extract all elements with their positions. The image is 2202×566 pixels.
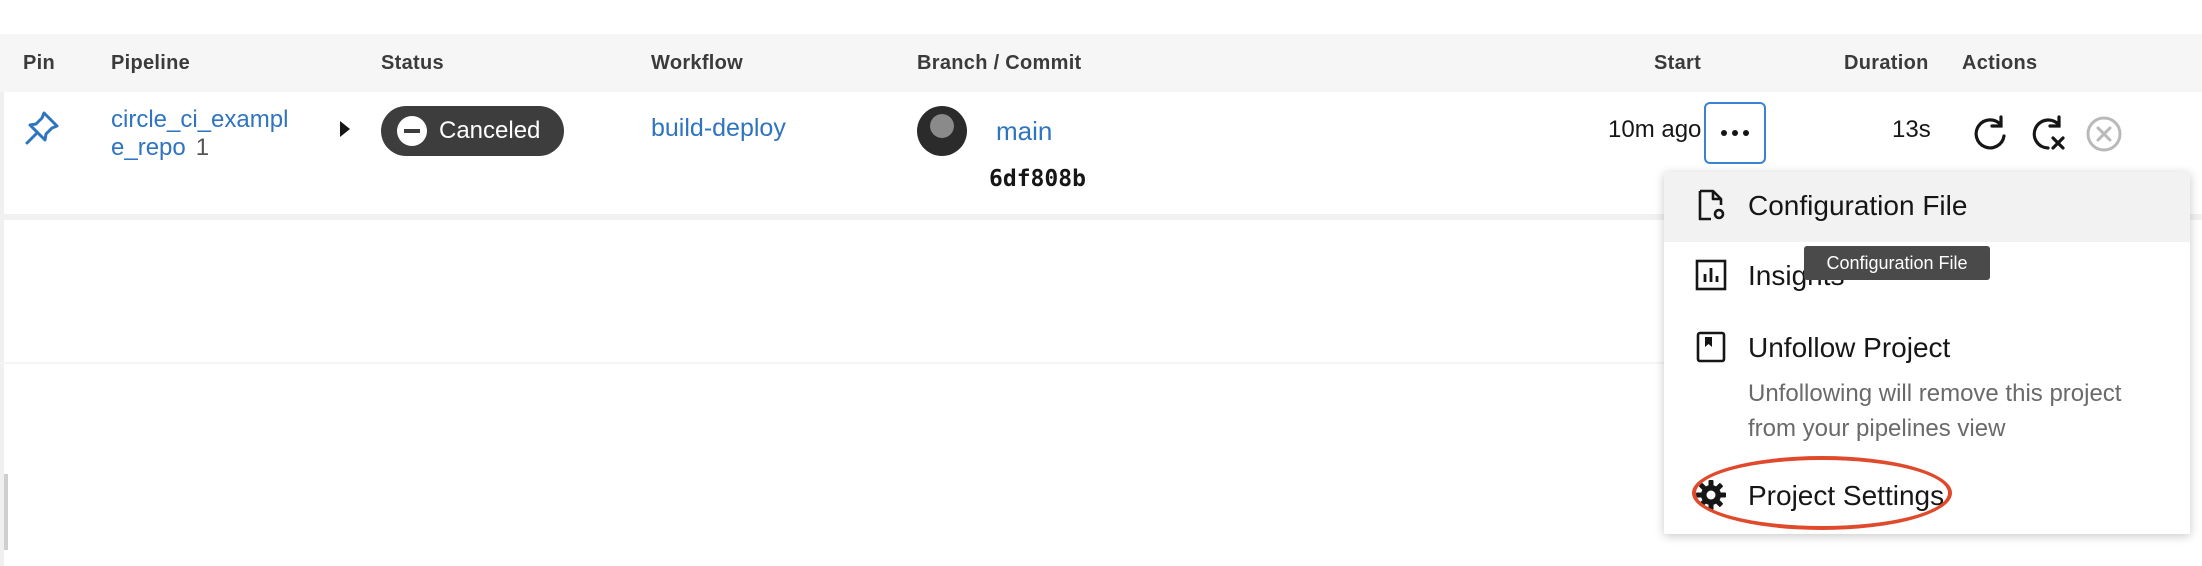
header-branch-commit: Branch / Commit bbox=[917, 52, 1082, 74]
expand-caret-icon[interactable] bbox=[340, 121, 350, 137]
start-time: 10m ago bbox=[1608, 116, 1702, 143]
duration: 13s bbox=[1892, 116, 1931, 143]
bookmark-icon bbox=[1696, 331, 1726, 363]
pipeline-link[interactable]: circle_ci_exampl e_repo 1 bbox=[111, 106, 311, 162]
top-spacer bbox=[0, 0, 2202, 34]
workflow-link[interactable]: build-deploy bbox=[651, 114, 786, 143]
config-file-icon bbox=[1698, 189, 1725, 221]
pin-icon[interactable] bbox=[22, 108, 62, 148]
commit-hash[interactable]: 6df808b bbox=[989, 166, 1086, 192]
status-label: Canceled bbox=[439, 117, 541, 144]
rerun-icon[interactable] bbox=[1968, 112, 2012, 156]
status-badge: Canceled bbox=[381, 106, 564, 156]
left-border-accent bbox=[4, 474, 8, 550]
header-pin: Pin bbox=[23, 52, 56, 74]
insights-icon bbox=[1695, 259, 1727, 291]
rerun-failed-icon[interactable] bbox=[2026, 112, 2070, 156]
header-start: Start bbox=[1654, 52, 1702, 74]
header-pipeline: Pipeline bbox=[111, 52, 191, 74]
menu-item-unfollow-project[interactable]: Unfollow Project Unfollowing will remove… bbox=[1664, 314, 2190, 454]
highlight-annotation bbox=[1692, 456, 1952, 530]
cancel-icon[interactable] bbox=[2084, 114, 2124, 154]
menu-label-unfollow-project[interactable]: Unfollow Project bbox=[1748, 332, 1950, 364]
menu-label-configuration-file[interactable]: Configuration File bbox=[1748, 190, 1967, 222]
tooltip: Configuration File bbox=[1804, 246, 1990, 280]
more-icon-dot bbox=[1732, 130, 1738, 136]
header-workflow: Workflow bbox=[651, 52, 744, 74]
pipeline-number: 1 bbox=[195, 134, 210, 161]
avatar bbox=[917, 106, 967, 156]
branch-link[interactable]: main bbox=[996, 116, 1052, 147]
header-status: Status bbox=[381, 52, 444, 74]
more-icon-dot bbox=[1721, 130, 1727, 136]
header-duration: Duration bbox=[1844, 52, 1929, 74]
canceled-icon bbox=[397, 116, 427, 146]
row-divider-faint bbox=[0, 362, 1665, 364]
menu-item-configuration-file[interactable]: Configuration File bbox=[1664, 172, 2190, 242]
header-actions: Actions bbox=[1962, 52, 2038, 74]
table-header: Pin Pipeline Status Workflow Branch / Co… bbox=[0, 34, 2202, 92]
more-actions-button[interactable] bbox=[1704, 102, 1766, 164]
more-icon-dot bbox=[1743, 130, 1749, 136]
menu-description-unfollow-project: Unfollowing will remove this project fro… bbox=[1748, 380, 2122, 442]
